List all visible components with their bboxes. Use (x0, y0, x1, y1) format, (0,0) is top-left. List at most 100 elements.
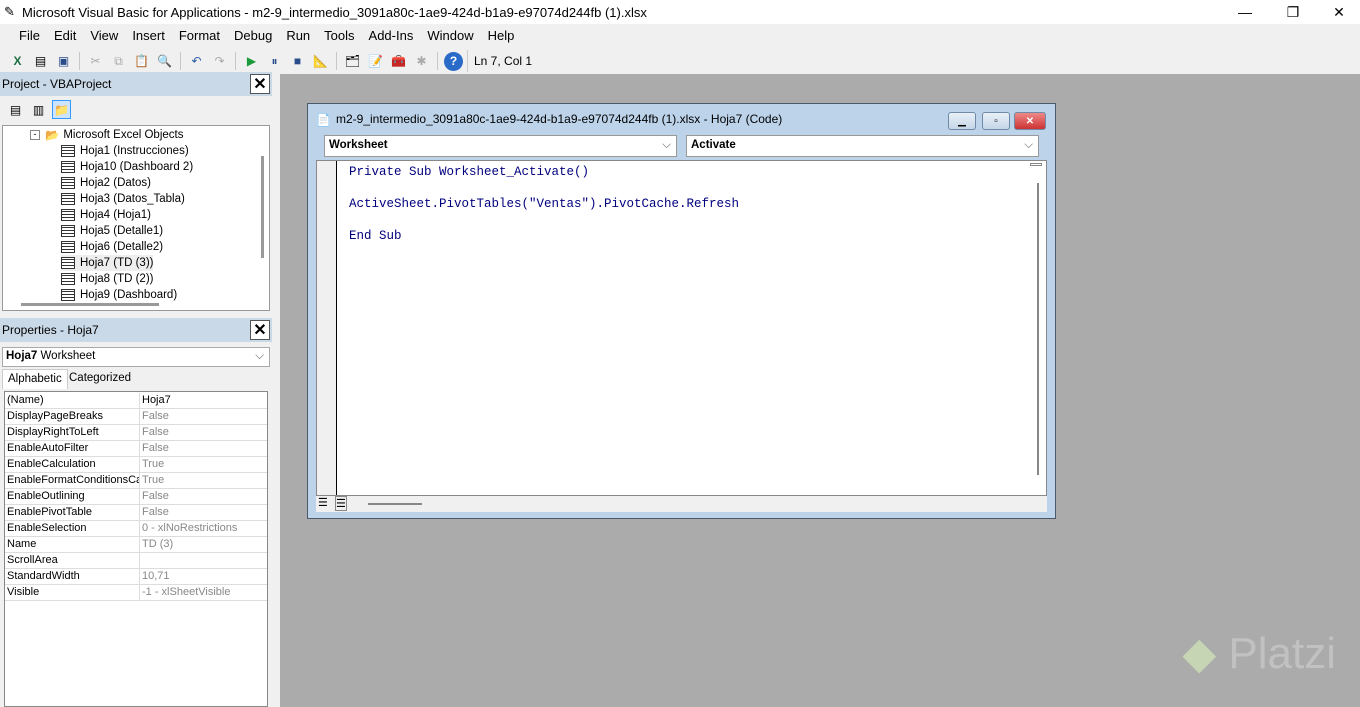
tree-item-sheet[interactable]: Hoja8 (TD (2)) (61, 271, 153, 287)
full-module-view-icon[interactable]: ☰ (335, 496, 347, 511)
property-row[interactable]: EnableAutoFilter False (5, 441, 267, 457)
property-value[interactable] (140, 553, 142, 568)
property-row[interactable]: DisplayRightToLeft False (5, 425, 267, 441)
property-row[interactable]: StandardWidth 10,71 (5, 569, 267, 585)
property-row[interactable]: EnableSelection 0 - xlNoRestrictions (5, 521, 267, 537)
save-icon[interactable]: ▣ (54, 52, 73, 71)
excel-icon[interactable]: X (8, 52, 27, 71)
property-row[interactable]: EnablePivotTable False (5, 505, 267, 521)
tree-item-sheet[interactable]: Hoja6 (Detalle2) (61, 239, 163, 255)
minimize-button[interactable]: — (1222, 0, 1268, 24)
menu-tools[interactable]: Tools (324, 28, 354, 43)
menu-debug[interactable]: Debug (234, 28, 272, 43)
property-value[interactable]: False (140, 505, 169, 520)
reset-icon[interactable]: ■ (288, 52, 307, 71)
property-value[interactable]: False (140, 425, 169, 440)
toolbox-icon[interactable]: ✱ (412, 52, 431, 71)
worksheet-icon (61, 209, 75, 221)
project-explorer-icon[interactable]: 🗂 (343, 52, 362, 71)
cut-icon[interactable]: ✂ (86, 52, 105, 71)
tab-categorized[interactable]: Categorized (64, 369, 136, 389)
tree-item-sheet[interactable]: Hoja7 (TD (3)) (61, 255, 154, 271)
insert-userform-icon[interactable]: ▤ (31, 52, 50, 71)
menu-format[interactable]: Format (179, 28, 220, 43)
view-object-icon[interactable]: ▥ (29, 100, 48, 119)
menu-view[interactable]: View (90, 28, 118, 43)
menu-help[interactable]: Help (488, 28, 515, 43)
close-project-panel-button[interactable]: ✕ (250, 74, 270, 94)
procedure-dropdown[interactable]: Activate ⌵ (686, 135, 1039, 157)
property-name: EnablePivotTable (5, 505, 140, 520)
tree-item-sheet[interactable]: Hoja9 (Dashboard) (61, 287, 177, 303)
object-browser-icon[interactable]: 🧰 (389, 52, 408, 71)
design-mode-icon[interactable]: 📐 (311, 52, 330, 71)
tree-horizontal-scrollbar[interactable] (21, 303, 159, 306)
code-line: ActiveSheet.PivotTables("Ventas").PivotC… (349, 197, 740, 211)
property-value[interactable]: True (140, 473, 164, 488)
code-restore-button[interactable]: ▫ (982, 112, 1010, 130)
tree-item-sheet[interactable]: Hoja4 (Hoja1) (61, 207, 151, 223)
code-close-button[interactable]: ✕ (1014, 112, 1046, 130)
split-bar[interactable] (1030, 163, 1042, 166)
code-window-title: m2-9_intermedio_3091a80c-1ae9-424d-b1a9-… (336, 112, 783, 126)
property-row[interactable]: ScrollArea (5, 553, 267, 569)
view-code-icon[interactable]: ▤ (6, 100, 25, 119)
procedure-view-icon[interactable]: ☰ (318, 496, 328, 509)
code-horizontal-scrollbar[interactable] (368, 503, 422, 505)
property-row[interactable]: Visible -1 - xlSheetVisible (5, 585, 267, 601)
menu-run[interactable]: Run (286, 28, 310, 43)
code-minimize-button[interactable]: ▁ (948, 112, 976, 130)
paste-icon[interactable]: 📋 (132, 52, 151, 71)
maximize-button[interactable]: ❐ (1270, 0, 1316, 24)
tree-item-sheet[interactable]: Hoja10 (Dashboard 2) (61, 159, 193, 175)
undo-icon[interactable]: ↶ (187, 52, 206, 71)
property-value[interactable]: False (140, 489, 169, 504)
property-row[interactable]: DisplayPageBreaks False (5, 409, 267, 425)
property-value[interactable]: 10,71 (140, 569, 170, 584)
menu-addins[interactable]: Add-Ins (369, 28, 414, 43)
menu-file[interactable]: File (19, 28, 40, 43)
help-icon[interactable]: ? (444, 51, 463, 71)
property-row[interactable]: EnableOutlining False (5, 489, 267, 505)
menu-edit[interactable]: Edit (54, 28, 76, 43)
collapse-icon[interactable]: - (30, 130, 40, 140)
run-icon[interactable]: ▶ (242, 52, 261, 71)
close-button[interactable]: ✕ (1316, 0, 1360, 24)
close-properties-panel-button[interactable]: ✕ (250, 320, 270, 340)
tab-alphabetic[interactable]: Alphabetic (2, 369, 68, 389)
property-name: EnableCalculation (5, 457, 140, 472)
property-value[interactable]: 0 - xlNoRestrictions (140, 521, 237, 536)
property-name: EnableFormatConditionsCal (7, 473, 140, 488)
property-value[interactable]: False (140, 409, 169, 424)
tree-item-sheet[interactable]: Hoja5 (Detalle1) (61, 223, 163, 239)
object-dropdown[interactable]: Worksheet ⌵ (324, 135, 677, 157)
menu-insert[interactable]: Insert (132, 28, 165, 43)
find-icon[interactable]: 🔍 (155, 52, 174, 71)
menu-window[interactable]: Window (427, 28, 473, 43)
properties-window-icon[interactable]: 📝 (366, 52, 385, 71)
property-row[interactable]: EnableCalculation True (5, 457, 267, 473)
worksheet-icon (61, 241, 75, 253)
code-vertical-scrollbar[interactable] (1037, 183, 1039, 475)
tree-item-sheet[interactable]: Hoja1 (Instrucciones) (61, 143, 189, 159)
code-editor[interactable]: Private Sub Worksheet_Activate() ActiveSh… (316, 160, 1047, 496)
redo-icon[interactable]: ↷ (210, 52, 229, 71)
property-name: Name (5, 537, 140, 552)
copy-icon[interactable]: ⧉ (109, 52, 128, 71)
property-value[interactable]: False (140, 441, 169, 456)
property-value[interactable]: Hoja7 (140, 393, 171, 408)
property-value[interactable]: -1 - xlSheetVisible (140, 585, 230, 600)
project-panel-title: Project - VBAProject (2, 77, 112, 91)
property-row[interactable]: Name TD (3) (5, 537, 267, 553)
property-value[interactable]: True (140, 457, 164, 472)
property-row[interactable]: EnableFormatConditionsCal True (5, 473, 267, 489)
tree-item-sheet[interactable]: Hoja2 (Datos) (61, 175, 151, 191)
tree-item-sheet[interactable]: Hoja3 (Datos_Tabla) (61, 191, 185, 207)
property-value[interactable]: TD (3) (140, 537, 173, 552)
tree-folder-excel-objects[interactable]: 📂 Microsoft Excel Objects (45, 127, 183, 143)
break-icon[interactable]: ⏸ (265, 52, 284, 71)
toggle-folders-icon[interactable]: 📁 (52, 100, 71, 119)
object-selector[interactable]: Hoja7 Worksheet ⌵ (2, 347, 270, 367)
property-row[interactable]: (Name) Hoja7 (5, 393, 267, 409)
tree-vertical-scrollbar[interactable] (261, 156, 264, 258)
